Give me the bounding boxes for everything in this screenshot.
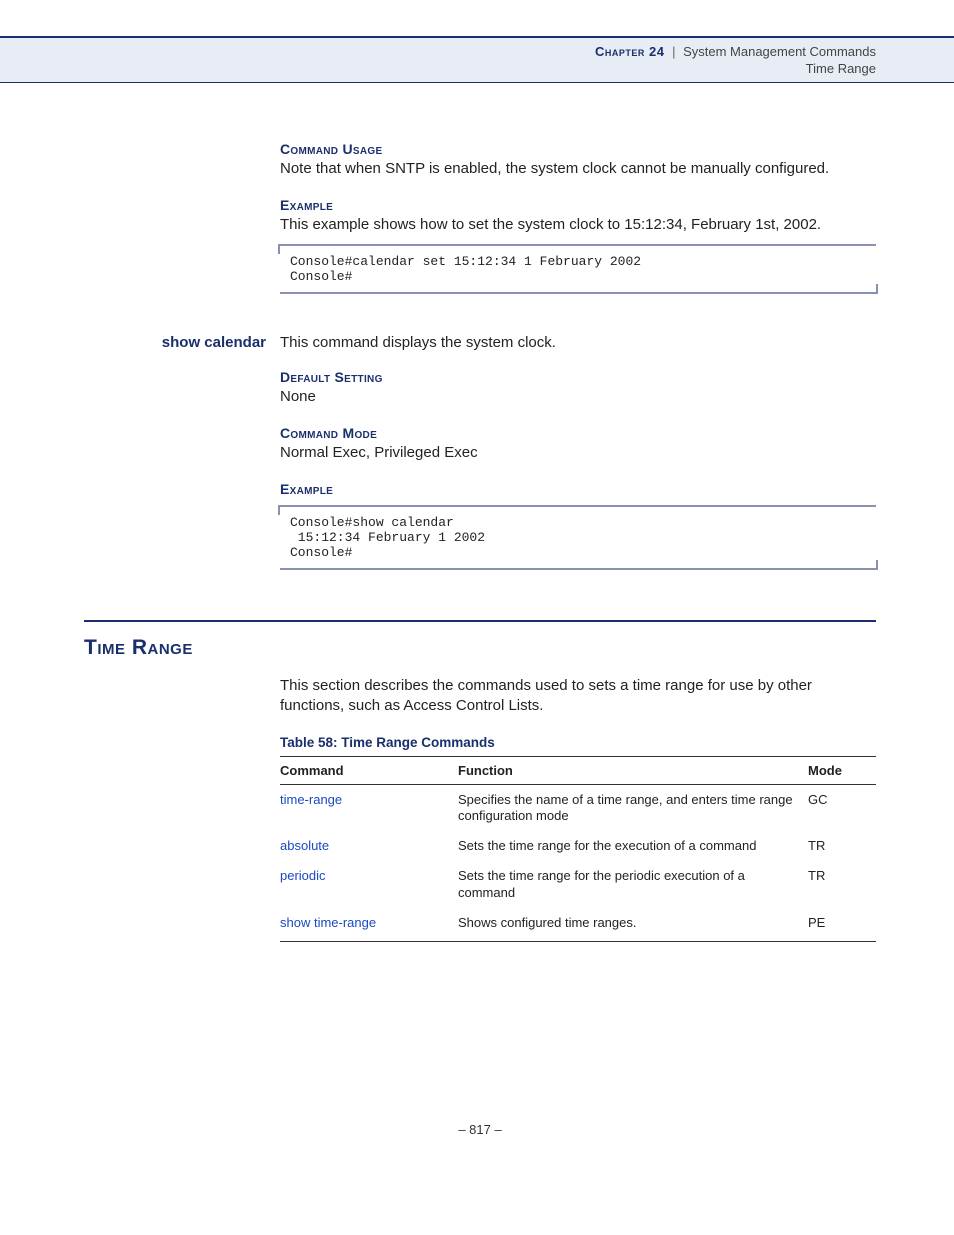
example-text-1: This example shows how to set the system… bbox=[280, 215, 876, 235]
page-body: Command Usage Note that when SNTP is ena… bbox=[0, 83, 954, 1177]
chapter-label: Chapter 24 bbox=[595, 44, 664, 59]
table-caption: Table 58: Time Range Commands bbox=[280, 735, 876, 750]
code-block-1: Console#calendar set 15:12:34 1 February… bbox=[280, 244, 876, 294]
separator: | bbox=[668, 44, 679, 59]
major-heading-time-range: Time Range bbox=[84, 620, 876, 660]
cmd-mode: TR bbox=[808, 831, 876, 861]
th-command: Command bbox=[280, 756, 458, 784]
cmd-function: Shows configured time ranges. bbox=[458, 908, 808, 942]
command-description: This command displays the system clock. bbox=[280, 334, 876, 351]
cmd-mode: GC bbox=[808, 784, 876, 831]
cmd-link-absolute[interactable]: absolute bbox=[280, 831, 458, 861]
th-function: Function bbox=[458, 756, 808, 784]
table-row: absolute Sets the time range for the exe… bbox=[280, 831, 876, 861]
command-mode-label: Command Mode bbox=[280, 425, 876, 441]
command-show-calendar: show calendar This command displays the … bbox=[84, 334, 876, 351]
table-row: show time-range Shows configured time ra… bbox=[280, 908, 876, 942]
default-setting-label: Default Setting bbox=[280, 369, 876, 385]
section-show-calendar-details: Default Setting None Command Mode Normal… bbox=[280, 369, 876, 571]
time-range-intro: This section describes the commands used… bbox=[280, 676, 876, 717]
cmd-link-periodic[interactable]: periodic bbox=[280, 861, 458, 908]
time-range-commands-table: Command Function Mode time-range Specifi… bbox=[280, 756, 876, 943]
th-mode: Mode bbox=[808, 756, 876, 784]
page-number: – 817 – bbox=[84, 1122, 876, 1137]
cmd-link-time-range[interactable]: time-range bbox=[280, 784, 458, 831]
table-row: periodic Sets the time range for the per… bbox=[280, 861, 876, 908]
cmd-link-show-time-range[interactable]: show time-range bbox=[280, 908, 458, 942]
table-row: time-range Specifies the name of a time … bbox=[280, 784, 876, 831]
table-header-row: Command Function Mode bbox=[280, 756, 876, 784]
cmd-mode: TR bbox=[808, 861, 876, 908]
cmd-function: Specifies the name of a time range, and … bbox=[458, 784, 808, 831]
command-mode-text: Normal Exec, Privileged Exec bbox=[280, 443, 876, 463]
cmd-function: Sets the time range for the execution of… bbox=[458, 831, 808, 861]
breadcrumb-1: System Management Commands bbox=[683, 44, 876, 59]
command-name: show calendar bbox=[84, 334, 280, 351]
command-usage-label: Command Usage bbox=[280, 141, 876, 157]
breadcrumb-2: Time Range bbox=[20, 61, 876, 76]
example-label-2: Example bbox=[280, 481, 876, 497]
section-time-range: This section describes the commands used… bbox=[280, 676, 876, 942]
default-setting-text: None bbox=[280, 387, 876, 407]
cmd-function: Sets the time range for the periodic exe… bbox=[458, 861, 808, 908]
code-block-2: Console#show calendar 15:12:34 February … bbox=[280, 505, 876, 570]
example-label-1: Example bbox=[280, 197, 876, 213]
section-command-usage: Command Usage Note that when SNTP is ena… bbox=[280, 141, 876, 294]
page-header: Chapter 24 | System Management Commands … bbox=[0, 36, 954, 83]
command-usage-text: Note that when SNTP is enabled, the syst… bbox=[280, 159, 876, 179]
cmd-mode: PE bbox=[808, 908, 876, 942]
